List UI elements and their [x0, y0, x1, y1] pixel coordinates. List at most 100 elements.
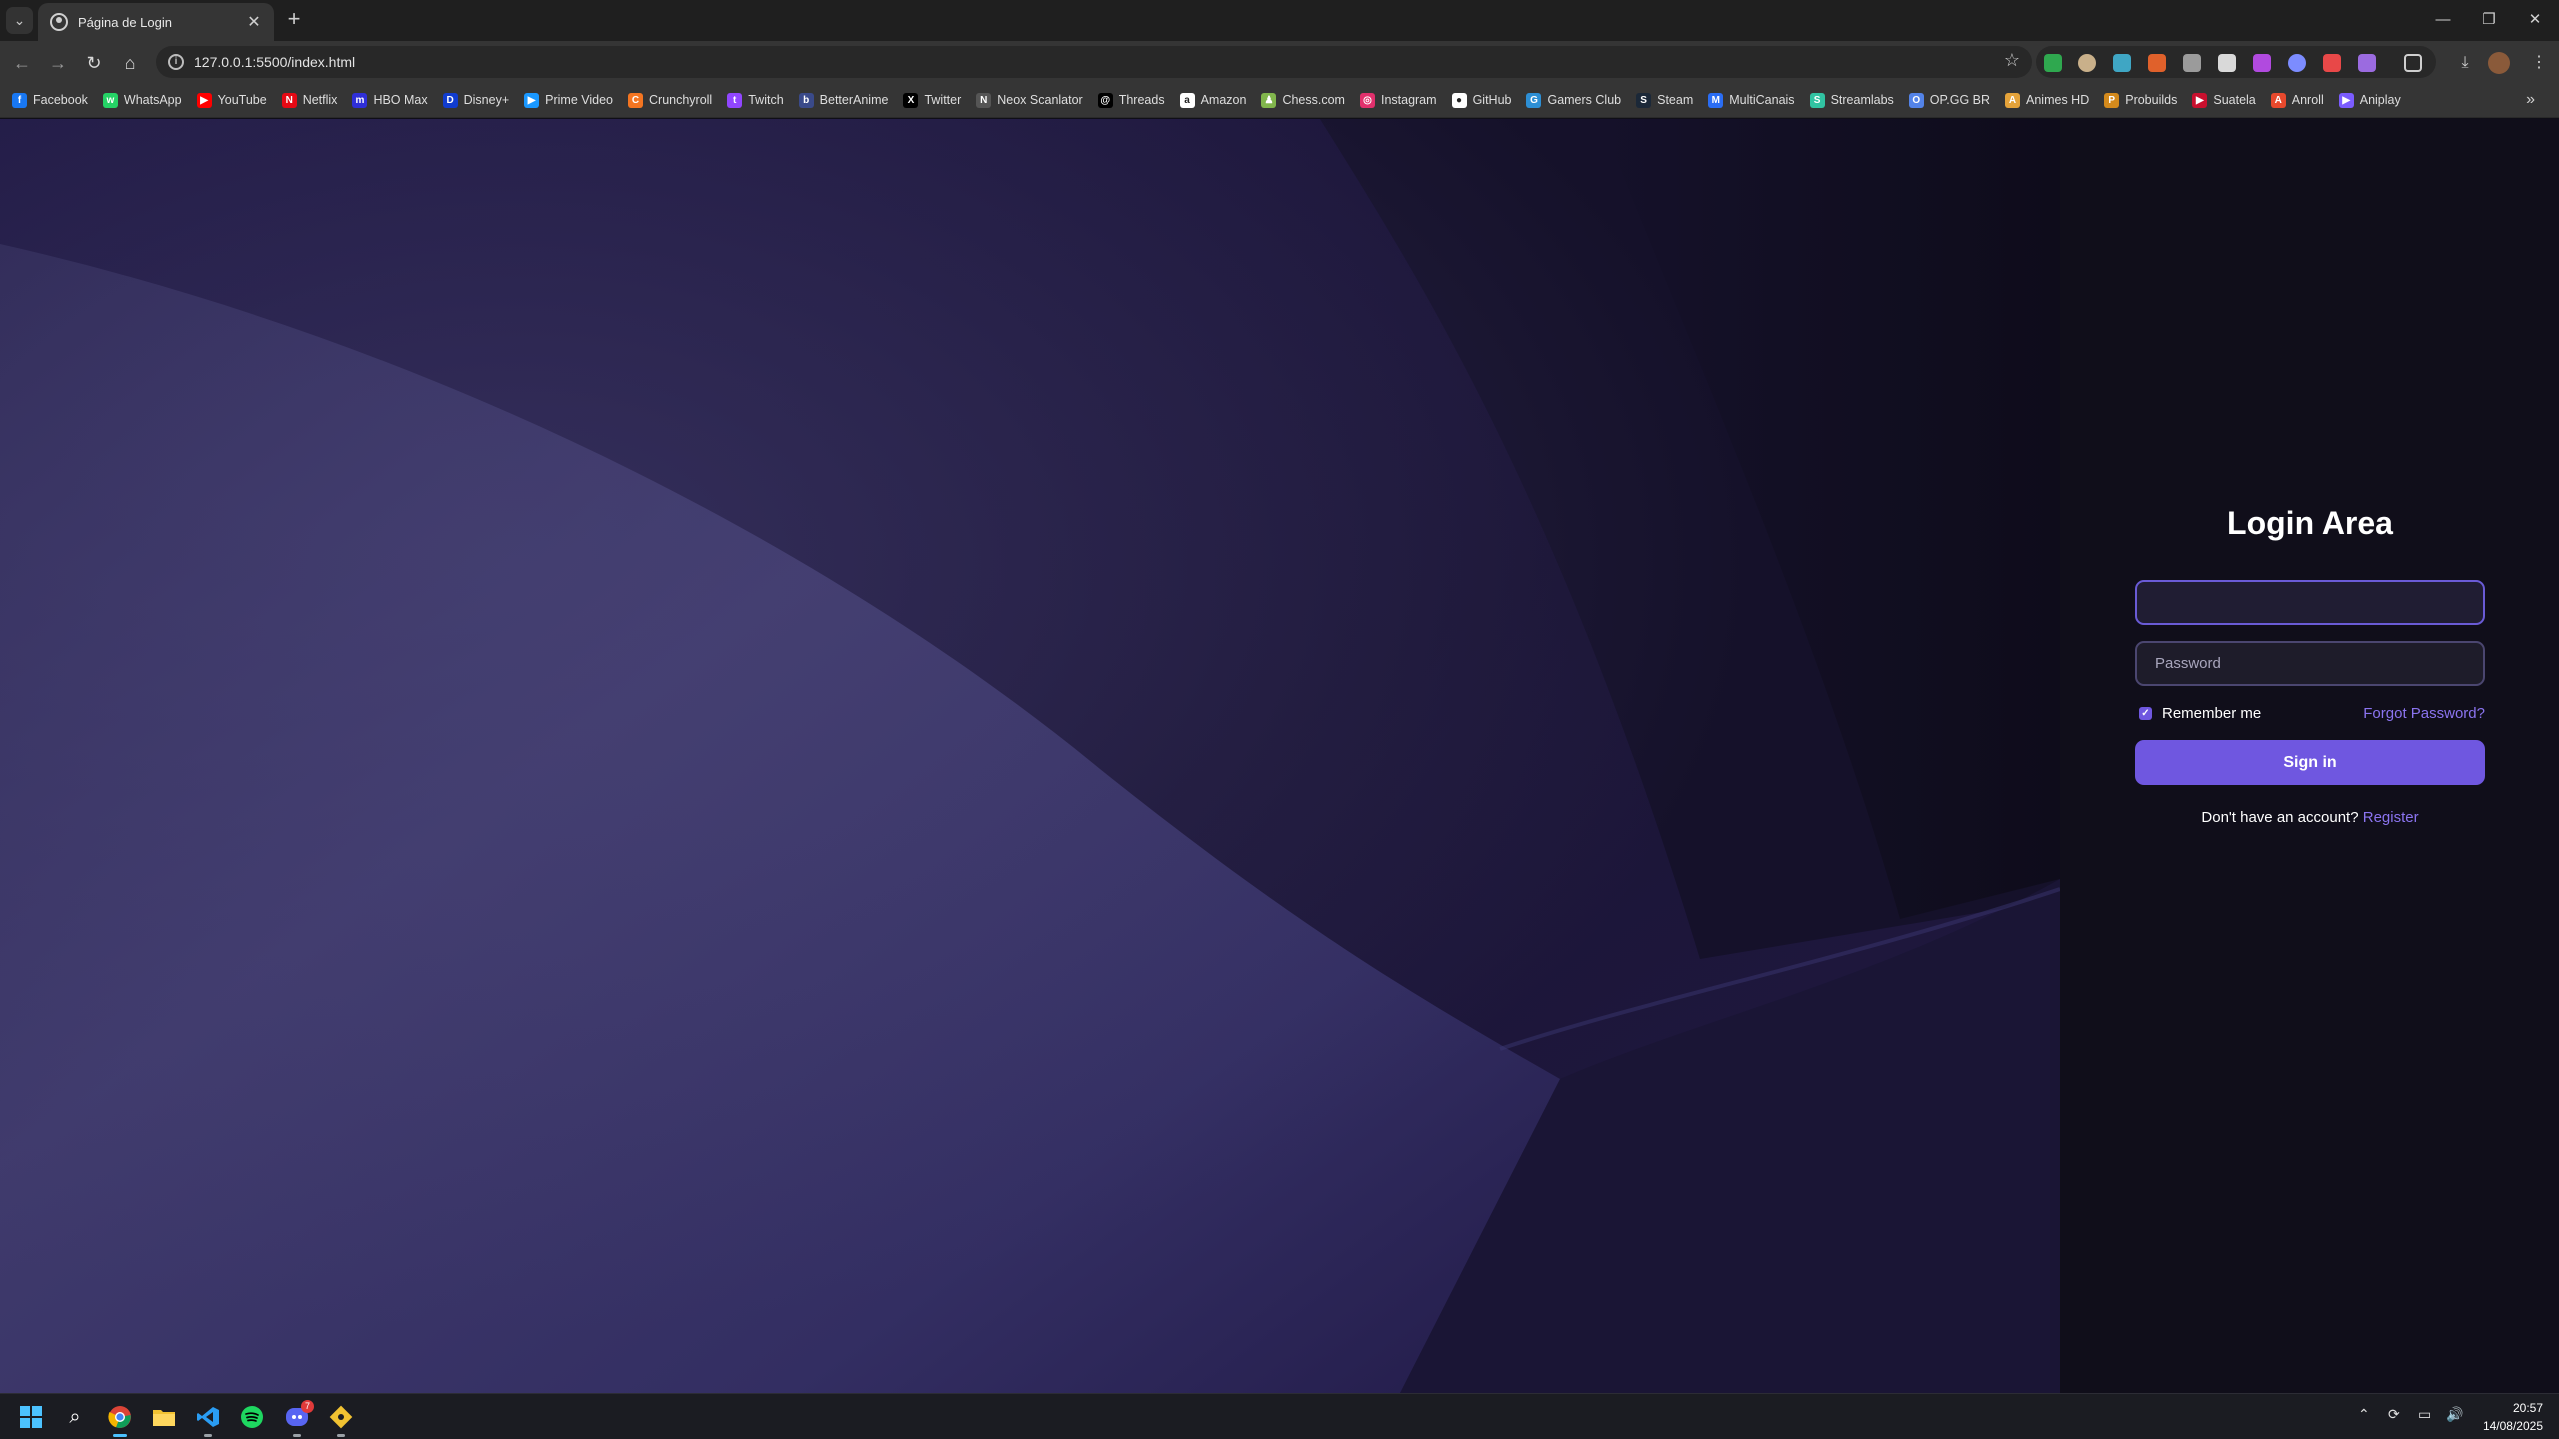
file-explorer-icon[interactable]	[149, 1402, 179, 1432]
discord-badge: 7	[301, 1400, 314, 1413]
bookmark-anroll[interactable]: A Anroll	[2270, 92, 2324, 108]
forward-button[interactable]: →	[44, 49, 72, 77]
network-icon[interactable]: ▭	[2418, 1406, 2431, 1423]
bookmark-suatela[interactable]: ▶ Suatela	[2192, 92, 2256, 108]
home-button[interactable]: ⌂	[116, 49, 144, 77]
extensions-puzzle-icon[interactable]	[2404, 54, 2422, 72]
bookmark-facebook[interactable]: f Facebook	[12, 92, 88, 108]
tab-favicon-icon	[50, 13, 68, 31]
bookmark-steam[interactable]: S Steam	[1636, 92, 1693, 108]
bookmark-favicon-icon: m	[352, 92, 368, 108]
bookmark-probuilds[interactable]: P Probuilds	[2104, 92, 2177, 108]
profile-avatar[interactable]	[2488, 52, 2510, 74]
extension-shield-icon[interactable]	[2044, 54, 2062, 72]
site-info-icon[interactable]: i	[168, 54, 184, 70]
page-viewport: Login Area ✓ Remember me Forgot Password…	[0, 119, 2559, 1393]
clock-date: 14/08/2025	[2482, 1419, 2543, 1433]
bookmark-favicon-icon: ▶	[2192, 92, 2208, 108]
register-link[interactable]: Register	[2363, 809, 2419, 826]
git-icon[interactable]	[326, 1402, 356, 1437]
bookmark-label: Neox Scanlator	[997, 93, 1083, 107]
bookmark-animes-hd[interactable]: A Animes HD	[2005, 92, 2089, 108]
new-tab-button[interactable]: +	[282, 8, 306, 32]
active-tab[interactable]: Página de Login ✕	[38, 3, 274, 41]
bookmarks-overflow-icon[interactable]: »	[2526, 91, 2535, 109]
forgot-password-link[interactable]: Forgot Password?	[2363, 705, 2485, 722]
menu-kebab-icon[interactable]: ⋮	[2526, 50, 2552, 76]
bookmark-github[interactable]: ● GitHub	[1451, 92, 1512, 108]
bookmark-label: HBO Max	[373, 93, 428, 107]
minimize-button[interactable]: —	[2420, 6, 2466, 34]
extension-volume-icon[interactable]	[2183, 54, 2201, 72]
tab-close-icon[interactable]: ✕	[244, 12, 264, 32]
password-input[interactable]	[2135, 641, 2485, 686]
bookmark-favicon-icon: O	[1908, 92, 1924, 108]
chrome-icon[interactable]	[105, 1402, 135, 1437]
bookmark-streamlabs[interactable]: S Streamlabs	[1809, 92, 1894, 108]
bookmark-favicon-icon: D	[442, 92, 458, 108]
extension-purple-icon[interactable]	[2253, 54, 2271, 72]
back-button[interactable]: ←	[8, 49, 36, 77]
bookmark-label: Amazon	[1200, 93, 1247, 107]
bookmark-op-gg-br[interactable]: O OP.GG BR	[1908, 92, 1990, 108]
bookmark-favicon-icon: N	[976, 92, 992, 108]
extension-gear-icon[interactable]	[2358, 54, 2376, 72]
bookmark-whatsapp[interactable]: w WhatsApp	[102, 92, 182, 108]
bookmark-youtube[interactable]: ▶ YouTube	[196, 92, 267, 108]
bookmark-threads[interactable]: @ Threads	[1097, 92, 1165, 108]
close-window-button[interactable]: ✕	[2512, 6, 2558, 34]
bookmark-crunchyroll[interactable]: C Crunchyroll	[628, 92, 712, 108]
extension-eyedropper-icon[interactable]	[2218, 54, 2236, 72]
address-bar[interactable]: i 127.0.0.1:5500/index.html ☆	[156, 46, 2032, 78]
search-icon[interactable]: ⌕	[60, 1402, 90, 1432]
spotify-icon[interactable]	[237, 1402, 267, 1432]
bookmark-gamers-club[interactable]: G Gamers Club	[1526, 92, 1622, 108]
bookmark-favicon-icon: a	[1179, 92, 1195, 108]
bookmark-netflix[interactable]: N Netflix	[281, 92, 337, 108]
bookmark-twitter[interactable]: X Twitter	[903, 92, 962, 108]
extension-cookie-icon[interactable]	[2078, 54, 2096, 72]
remember-checkbox[interactable]: ✓	[2139, 706, 2152, 720]
download-icon[interactable]: ⤓	[2452, 50, 2478, 76]
volume-icon[interactable]: 🔊	[2446, 1406, 2463, 1423]
bookmark-betteranime[interactable]: b BetterAnime	[798, 92, 888, 108]
bookmark-amazon[interactable]: a Amazon	[1179, 92, 1247, 108]
bookmark-label: Twitter	[924, 93, 962, 107]
reload-button[interactable]: ↻	[80, 49, 108, 77]
sign-in-button[interactable]: Sign in	[2135, 740, 2485, 785]
remember-me[interactable]: ✓ Remember me	[2135, 705, 2261, 722]
bookmark-hbo-max[interactable]: m HBO Max	[352, 92, 428, 108]
tray-sync-icon[interactable]: ⟳	[2388, 1406, 2400, 1423]
windows-start-icon[interactable]	[16, 1402, 46, 1432]
address-url[interactable]: 127.0.0.1:5500/index.html	[194, 54, 355, 70]
bookmark-instagram[interactable]: ◎ Instagram	[1359, 92, 1437, 108]
bookmark-label: Facebook	[33, 93, 88, 107]
bookmark-label: GitHub	[1472, 93, 1512, 107]
bookmark-prime-video[interactable]: ▶ Prime Video	[524, 92, 613, 108]
restore-button[interactable]: ❐	[2466, 6, 2512, 34]
register-row: Don't have an account? Register	[2135, 809, 2485, 826]
bookmark-chess-com[interactable]: ♟ Chess.com	[1261, 92, 1345, 108]
system-clock[interactable]: 20:57 14/08/2025	[2483, 1399, 2543, 1435]
bookmark-multicanais[interactable]: M MultiCanais	[1708, 92, 1795, 108]
username-input[interactable]	[2135, 580, 2485, 625]
discord-icon[interactable]: 7	[282, 1400, 314, 1437]
bookmark-favicon-icon: M	[1708, 92, 1724, 108]
extension-fox-icon[interactable]	[2148, 54, 2166, 72]
bookmark-label: MultiCanais	[1729, 93, 1795, 107]
bookmark-favicon-icon: ◎	[1359, 92, 1375, 108]
extension-red-icon[interactable]	[2323, 54, 2341, 72]
vscode-icon[interactable]	[193, 1402, 223, 1437]
bookmark-neox-scanlator[interactable]: N Neox Scanlator	[976, 92, 1083, 108]
bookmark-twitch[interactable]: t Twitch	[727, 92, 784, 108]
bookmark-aniplay[interactable]: ▶ Aniplay	[2338, 92, 2401, 108]
bookmark-disney[interactable]: D Disney+	[442, 92, 509, 108]
bookmark-star-icon[interactable]: ☆	[2004, 50, 2020, 71]
bookmark-favicon-icon: X	[903, 92, 919, 108]
tab-search-button[interactable]: ⌄	[6, 7, 33, 34]
bookmark-label: Gamers Club	[1547, 93, 1622, 107]
login-form: Login Area ✓ Remember me Forgot Password…	[2135, 505, 2485, 826]
extension-discord-icon[interactable]	[2288, 54, 2306, 72]
extension-puzzle-blue-icon[interactable]	[2113, 54, 2131, 72]
tray-chevron-icon[interactable]: ⌃	[2358, 1406, 2370, 1423]
